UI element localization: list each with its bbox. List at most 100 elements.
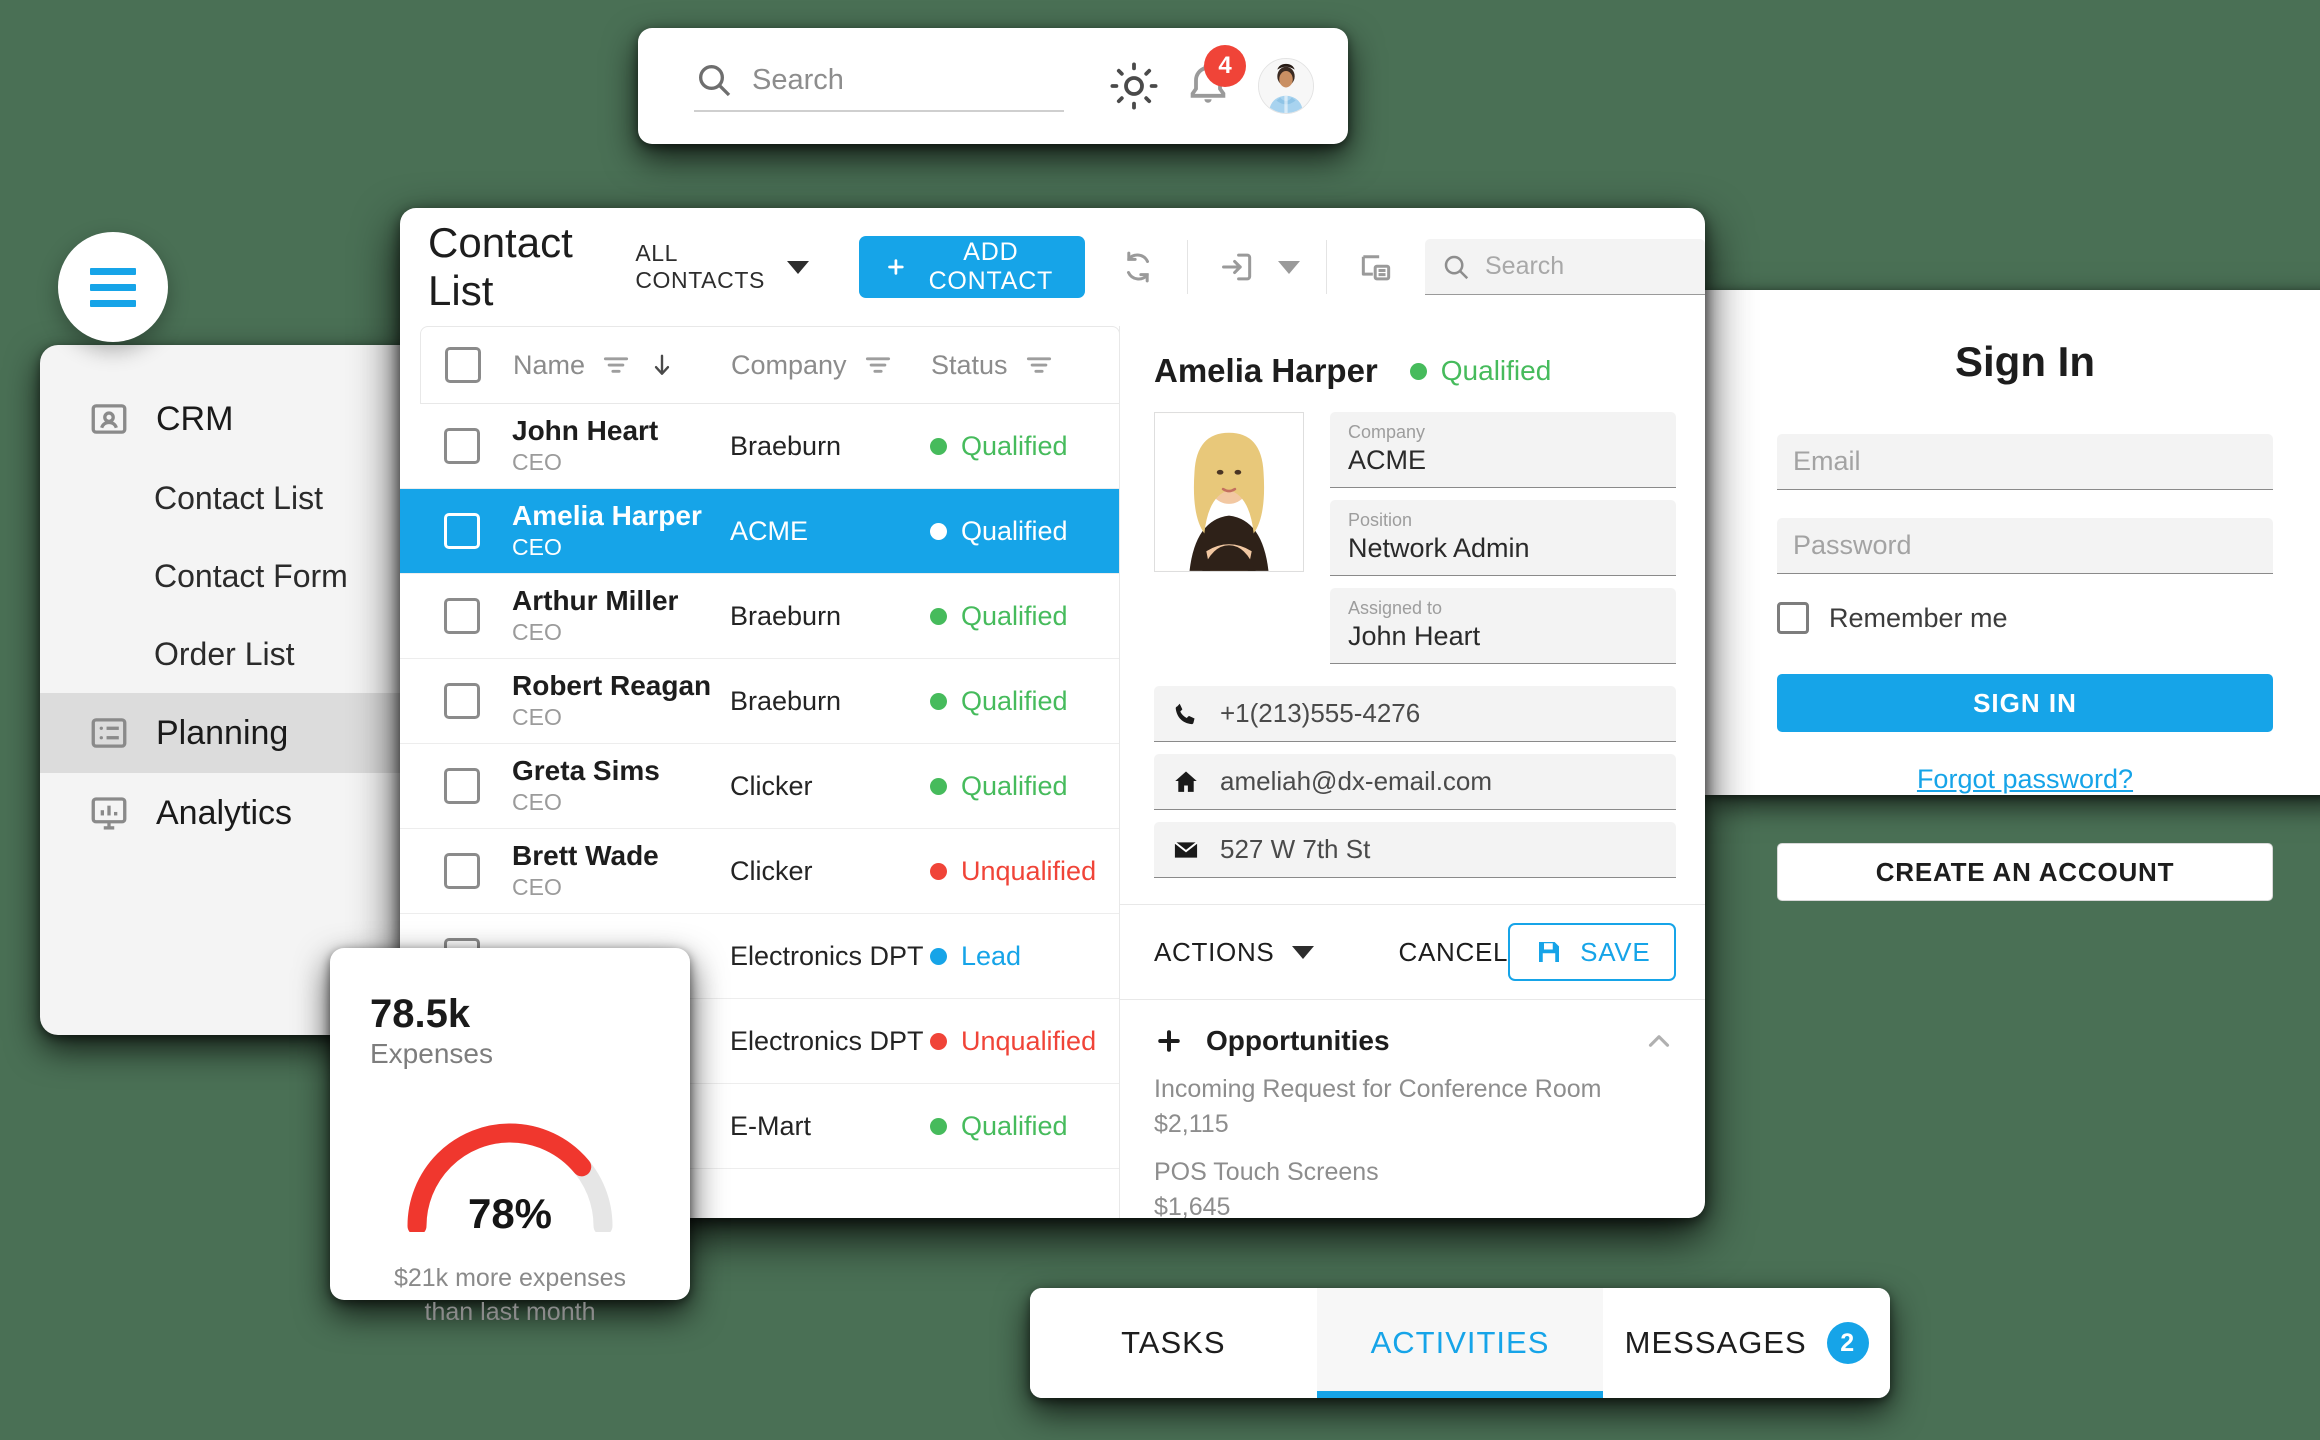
row-checkbox[interactable]	[444, 683, 480, 719]
table-row[interactable]: Amelia Harper CEO ACME Qualified	[400, 489, 1119, 574]
cell-status: Qualified	[930, 516, 1068, 547]
export-dropdown[interactable]	[1214, 244, 1300, 290]
topbar-icons: 4	[1110, 44, 1314, 114]
export-chevron-down-icon	[1278, 260, 1300, 274]
contact-name: Robert Reagan	[512, 670, 712, 702]
detail-contact-line[interactable]: 527 W 7th St	[1154, 822, 1677, 879]
remember-me-row[interactable]: Remember me	[1777, 602, 2273, 634]
table-row[interactable]: Greta Sims CEO Clicker Qualified	[400, 744, 1119, 829]
filter-icon[interactable]	[1024, 350, 1054, 380]
contact-photo-image	[1155, 413, 1303, 571]
export-button[interactable]	[1214, 244, 1260, 290]
sign-in-title: Sign In	[1955, 338, 2095, 385]
opportunity-name: POS Touch Screens	[1154, 1158, 1379, 1187]
sort-descending-icon[interactable]	[649, 348, 675, 382]
list-icon	[91, 718, 127, 748]
toolbar-divider-1	[1187, 240, 1188, 294]
sidebar-label-crm: CRM	[156, 399, 234, 438]
status-label: Qualified	[961, 770, 1068, 801]
create-account-button[interactable]: CREATE AN ACCOUNT	[1777, 843, 2273, 901]
row-checkbox[interactable]	[444, 428, 480, 464]
sidebar-item-planning[interactable]: Planning	[40, 693, 440, 773]
search-icon	[699, 65, 731, 97]
opportunities-section-header[interactable]: Opportunities	[1120, 1000, 1705, 1058]
expenses-note-line2: than last month	[424, 1297, 596, 1326]
cell-status: Lead	[930, 941, 1021, 972]
field-value: Network Admin	[1348, 533, 1530, 564]
refresh-button[interactable]	[1115, 244, 1161, 290]
sidebar-item-contact-list[interactable]: Contact List	[40, 459, 440, 537]
email-input[interactable]	[1793, 446, 2257, 477]
gauge-percent-label: 78%	[467, 1190, 553, 1237]
tab-label: MESSAGES	[1624, 1325, 1807, 1360]
table-row[interactable]: Robert Reagan CEO Braeburn Qualified	[400, 659, 1119, 744]
filter-icon[interactable]	[601, 350, 631, 380]
row-checkbox[interactable]	[444, 598, 480, 634]
all-contacts-dropdown[interactable]: ALL CONTACTS	[635, 240, 809, 294]
global-search-field[interactable]	[694, 60, 1064, 112]
contact-search-input[interactable]	[1485, 252, 1689, 281]
remember-me-checkbox[interactable]	[1777, 602, 1809, 634]
detail-contact-line[interactable]: ameliah@dx-email.com	[1154, 754, 1677, 811]
chevron-up-icon[interactable]	[1642, 1024, 1676, 1058]
sign-in-button[interactable]: SIGN IN	[1777, 674, 2273, 732]
avatar[interactable]	[1258, 58, 1314, 114]
filter-icon[interactable]	[863, 350, 893, 380]
expenses-card: 78.5k Expenses 78% $21k more expenses th…	[330, 948, 690, 1326]
password-input[interactable]	[1793, 530, 2257, 561]
field-value: ACME	[1348, 445, 1427, 476]
cancel-button[interactable]: CANCEL	[1398, 937, 1508, 968]
cell-name: Greta Sims CEO	[480, 754, 730, 817]
cell-name: Arthur Miller CEO	[480, 584, 730, 647]
global-search-input[interactable]	[752, 63, 1064, 97]
sun-icon[interactable]	[1110, 62, 1158, 110]
sidebar-item-order-list[interactable]: Order List	[40, 615, 440, 693]
tab-label: TASKS	[1121, 1325, 1226, 1360]
status-label: Unqualified	[961, 1025, 1097, 1056]
contact-photo	[1154, 412, 1304, 572]
password-field[interactable]	[1777, 518, 2273, 574]
cell-company: Braeburn	[730, 430, 842, 461]
sidebar-item-crm[interactable]: CRM	[40, 379, 440, 459]
row-checkbox[interactable]	[444, 853, 480, 889]
detail-field[interactable]: Assigned to John Heart	[1330, 588, 1677, 665]
save-label: SAVE	[1580, 936, 1651, 967]
split-view-button[interactable]	[1353, 244, 1399, 290]
save-button[interactable]: SAVE	[1508, 923, 1677, 982]
contact-role: CEO	[512, 448, 562, 475]
expenses-note: $21k more expenses than last month	[330, 1262, 690, 1330]
email-field[interactable]	[1777, 434, 2273, 490]
sign-in-panel: Sign In Remember me SIGN IN Forgot passw…	[1705, 290, 2320, 901]
detail-field[interactable]: Position Network Admin	[1330, 500, 1677, 577]
status-dot-icon	[930, 862, 947, 880]
select-all-checkbox[interactable]	[445, 347, 481, 383]
sidebar-item-analytics[interactable]: Analytics	[40, 773, 440, 853]
refresh-icon	[1126, 251, 1150, 283]
contact-role: CEO	[512, 703, 562, 730]
contact-search-field[interactable]	[1425, 239, 1705, 295]
cell-company: Electronics DPT	[730, 1025, 924, 1056]
row-checkbox[interactable]	[444, 768, 480, 804]
chevron-down-icon	[786, 260, 809, 274]
opportunity-item[interactable]: POS Touch Screens $1,645	[1120, 1141, 1705, 1218]
notifications-button[interactable]: 4	[1184, 44, 1246, 113]
opportunity-item[interactable]: Incoming Request for Conference Room $2,1…	[1120, 1058, 1705, 1141]
table-row[interactable]: Arthur Miller CEO Braeburn Qualified	[400, 574, 1119, 659]
sidebar-item-contact-form[interactable]: Contact Form	[40, 537, 440, 615]
field-label: Assigned to	[1348, 598, 1443, 619]
tab-tasks[interactable]: TASKS	[1030, 1288, 1317, 1398]
plus-icon[interactable]	[1154, 1026, 1184, 1056]
detail-contact-line[interactable]: +1(213)555-4276	[1154, 686, 1677, 743]
contact-role: CEO	[512, 788, 562, 815]
tab-messages[interactable]: MESSAGES 2	[1603, 1288, 1890, 1398]
detail-field[interactable]: Company ACME	[1330, 412, 1677, 489]
hamburger-menu-button[interactable]	[58, 232, 168, 342]
table-row[interactable]: John Heart CEO Braeburn Qualified	[400, 404, 1119, 489]
tab-activities[interactable]: ACTIVITIES	[1316, 1288, 1604, 1398]
actions-dropdown-button[interactable]: ACTIONS	[1154, 937, 1315, 968]
forgot-password-link[interactable]: Forgot password?	[1777, 764, 2273, 795]
column-header-status: Status	[931, 349, 1008, 380]
add-contact-button[interactable]: ADD CONTACT	[858, 236, 1085, 298]
row-checkbox[interactable]	[444, 513, 480, 549]
table-row[interactable]: Brett Wade CEO Clicker Unqualified	[400, 829, 1119, 914]
